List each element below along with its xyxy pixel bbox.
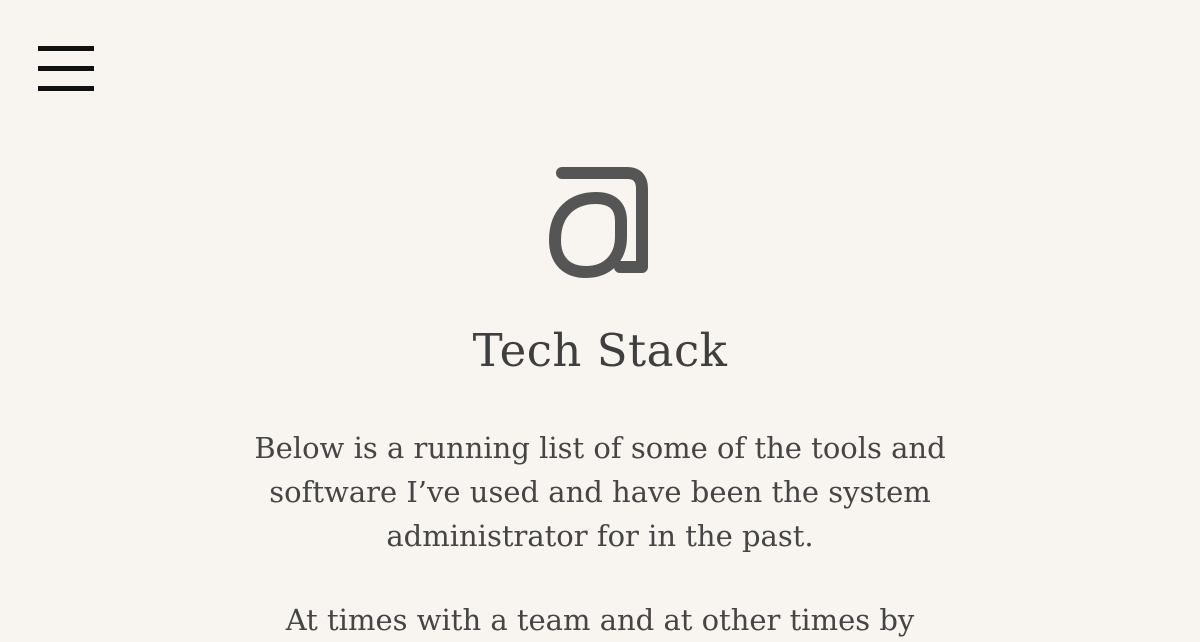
intro-paragraph: Below is a running list of some of the t… bbox=[254, 431, 946, 553]
page-title: Tech Stack bbox=[472, 324, 728, 377]
at-sign-logo-icon bbox=[549, 167, 648, 278]
hamburger-menu-icon[interactable] bbox=[38, 46, 94, 92]
menu-bar-bottom bbox=[38, 86, 94, 91]
second-paragraph: At times with a team and at other times … bbox=[285, 603, 915, 637]
menu-bar-top bbox=[38, 46, 94, 51]
menu-bar-middle bbox=[38, 66, 94, 71]
